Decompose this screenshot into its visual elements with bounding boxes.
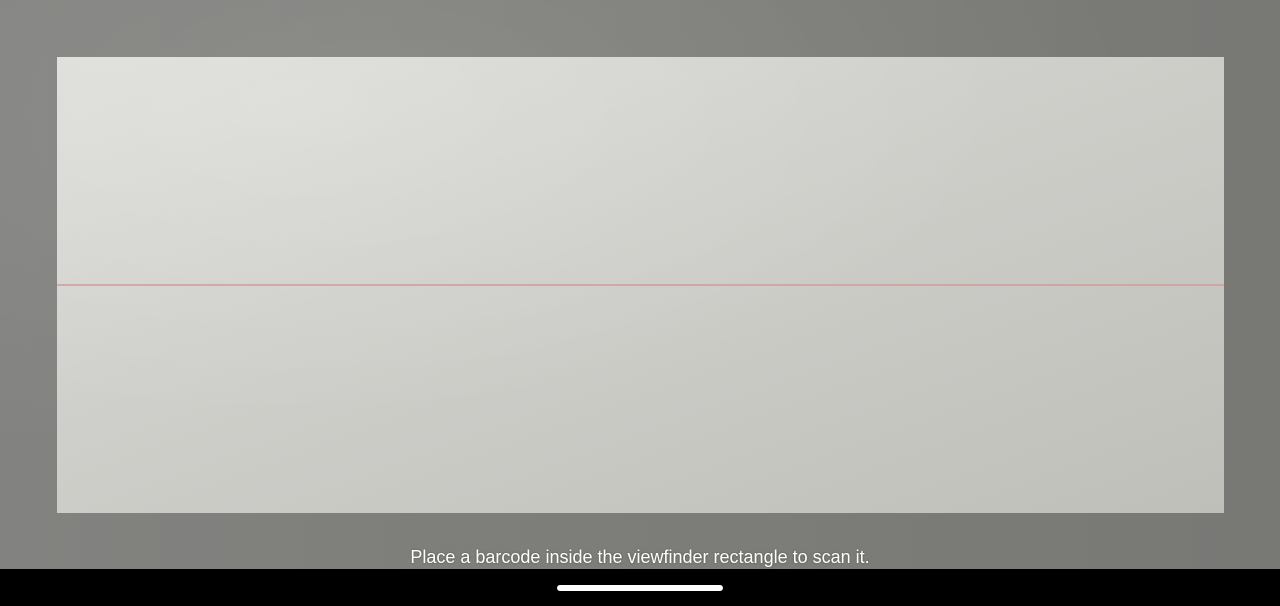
- system-navigation-bar: [0, 569, 1280, 606]
- scan-laser-line: [57, 284, 1224, 286]
- viewfinder-rectangle: [57, 57, 1224, 513]
- scan-instruction-text: Place a barcode inside the viewfinder re…: [410, 547, 870, 567]
- home-gesture-handle[interactable]: [557, 585, 723, 591]
- camera-preview: Place a barcode inside the viewfinder re…: [0, 0, 1280, 569]
